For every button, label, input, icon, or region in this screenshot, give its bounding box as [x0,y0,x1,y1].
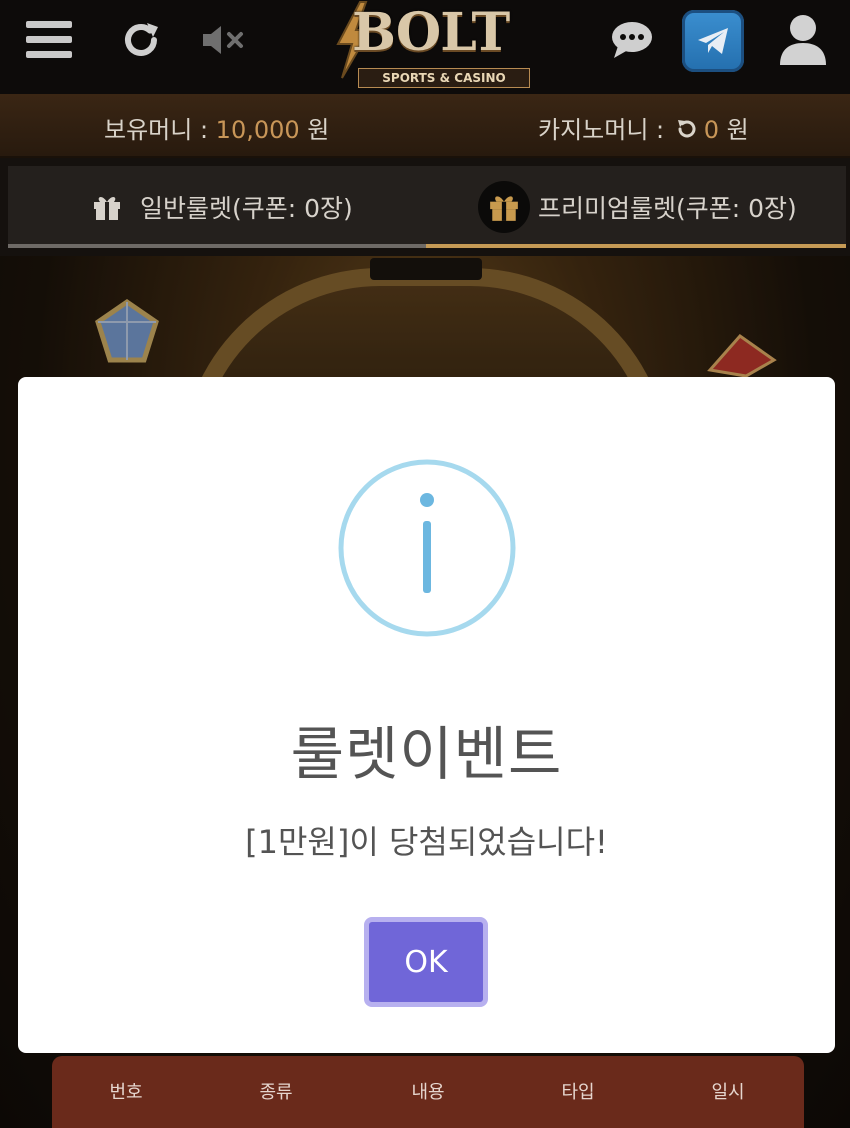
column-header-type: 종류 [259,1082,293,1103]
tab-normal-label: 일반룰렛(쿠폰: 0장) [140,194,353,223]
column-header-date: 일시 [711,1082,745,1103]
casino-money-value: 0 [703,116,720,144]
menu-icon[interactable] [18,0,80,80]
holding-money: 보유머니 : 10,000 원 [104,110,329,145]
logo-title: BOLT [352,2,510,63]
logo-subtitle: SPORTS & CASINO [358,68,530,88]
casino-refresh-icon[interactable] [676,118,698,146]
info-icon [338,459,516,637]
roulette-result-dialog: 룰렛이벤트 [1만원]이 당첨되었습니다! OK [18,377,835,1053]
holding-money-label: 보유머니 : [104,116,216,144]
dialog-title: 룰렛이벤트 [290,720,563,788]
column-header-kind: 타입 [561,1082,595,1103]
history-table-header: 번호 종류 내용 타입 일시 [52,1056,804,1128]
tab-premium-label: 프리미엄룰렛(쿠폰: 0장) [538,194,797,223]
chat-icon[interactable] [604,0,660,80]
holding-money-value: 10,000 [215,116,300,144]
tab-indicator-active [426,244,846,248]
roulette-tabs: 일반룰렛(쿠폰: 0장) 프리미엄룰렛(쿠폰: 0장) [8,166,846,248]
gift-icon [94,197,120,220]
top-header: BOLT SPORTS & CASINO [0,0,850,94]
tab-premium-roulette[interactable]: 프리미엄룰렛(쿠폰: 0장) [478,166,797,248]
telegram-icon[interactable] [682,10,744,72]
ok-button[interactable]: OK [364,917,488,1007]
column-header-content: 내용 [411,1082,445,1103]
tab-normal-roulette[interactable]: 일반룰렛(쿠폰: 0장) [92,166,353,248]
casino-money: 카지노머니 : 0 원 [538,110,749,146]
tab-indicator-inactive [8,244,426,248]
premium-gift-icon [478,181,530,233]
mute-icon[interactable] [196,0,252,80]
column-header-number: 번호 [109,1082,143,1103]
reload-icon[interactable] [114,0,168,80]
casino-money-unit: 원 [719,116,749,144]
dialog-message: [1만원]이 당첨되었습니다! [245,823,608,861]
casino-money-label: 카지노머니 : [538,116,672,144]
balance-bar: 보유머니 : 10,000 원 카지노머니 : 0 원 [0,94,850,158]
bolt-logo[interactable]: BOLT SPORTS & CASINO [330,0,530,92]
holding-money-unit: 원 [299,116,330,144]
user-icon[interactable] [774,0,832,80]
